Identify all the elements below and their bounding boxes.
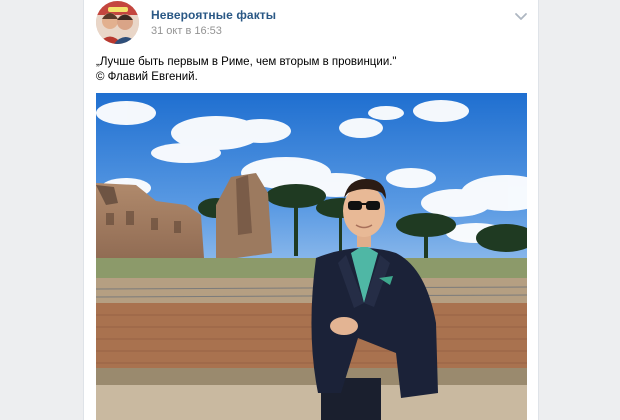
post-photo[interactable] bbox=[96, 93, 527, 420]
photo-image bbox=[96, 93, 527, 420]
avatar-image bbox=[96, 1, 139, 44]
chevron-down-icon[interactable] bbox=[514, 9, 528, 21]
post-text-attribution: © Флавий Евгений. bbox=[96, 71, 198, 83]
author-name-link[interactable]: Невероятные факты bbox=[151, 8, 276, 22]
post-text: „Лучше быть первым в Риме, чем вторым в … bbox=[96, 55, 526, 85]
post-date[interactable]: 31 окт в 16:53 bbox=[151, 25, 222, 37]
post-card: Невероятные факты 31 окт в 16:53 „Лучше … bbox=[83, 0, 539, 420]
author-avatar[interactable] bbox=[96, 1, 139, 44]
post-text-quote: „Лучше быть первым в Риме, чем вторым в … bbox=[96, 56, 397, 68]
